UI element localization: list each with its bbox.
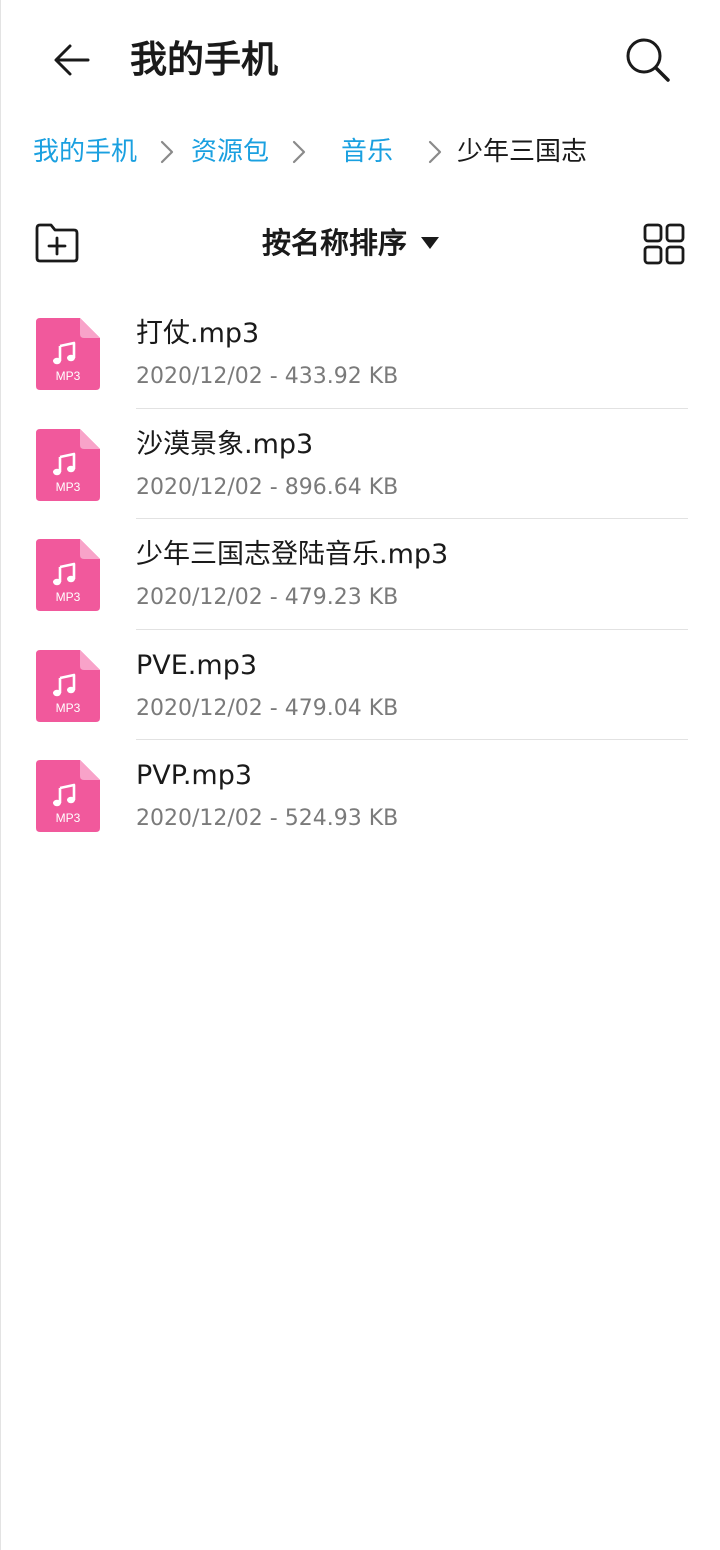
svg-text:MP3: MP3 xyxy=(56,701,81,715)
file-meta: 2020/12/02 - 433.92 KB xyxy=(136,364,399,389)
sort-dropdown[interactable]: 按名称排序 xyxy=(262,218,440,268)
toolbar: 按名称排序 xyxy=(0,210,720,276)
list-item[interactable]: MP3 打仗.mp3 2020/12/02 - 433.92 KB xyxy=(0,298,720,409)
svg-text:MP3: MP3 xyxy=(56,590,81,604)
app-header: 我的手机 xyxy=(0,0,720,120)
file-meta: 2020/12/02 - 896.64 KB xyxy=(136,474,399,500)
file-meta: 2020/12/02 - 524.93 KB xyxy=(136,806,399,831)
mp3-file-icon: MP3 xyxy=(36,318,100,390)
chevron-right-icon xyxy=(428,140,442,164)
breadcrumb: 我的手机 资源包 音乐 少年三国志 xyxy=(33,128,693,176)
breadcrumb-item-resource-pack[interactable]: 资源包 xyxy=(191,128,269,176)
breadcrumb-item-current: 少年三国志 xyxy=(457,137,588,167)
list-item[interactable]: MP3 少年三国志登陆音乐.mp3 2020/12/02 - 479.23 KB xyxy=(0,519,720,630)
svg-text:MP3: MP3 xyxy=(56,369,81,383)
mp3-file-icon: MP3 xyxy=(36,428,100,501)
file-meta: 2020/12/02 - 479.23 KB xyxy=(136,585,399,610)
chevron-right-icon xyxy=(292,140,306,164)
back-button[interactable] xyxy=(44,32,100,88)
mp3-file-icon: MP3 xyxy=(36,649,100,722)
svg-text:MP3: MP3 xyxy=(56,480,81,494)
page-title: 我的手机 xyxy=(130,38,278,81)
file-name: PVE.mp3 xyxy=(136,649,258,681)
file-name: 沙漠景象.mp3 xyxy=(136,428,314,460)
arrow-left-icon xyxy=(54,44,90,76)
file-name: 少年三国志登陆音乐.mp3 xyxy=(136,539,449,570)
list-item[interactable]: MP3 沙漠景象.mp3 2020/12/02 - 896.64 KB xyxy=(0,409,720,519)
list-item[interactable]: MP3 PVE.mp3 2020/12/02 - 479.04 KB xyxy=(0,630,720,740)
mp3-file-icon: MP3 xyxy=(36,539,100,611)
svg-text:MP3: MP3 xyxy=(56,811,81,825)
file-name: 打仗.mp3 xyxy=(136,318,260,349)
mp3-file-icon: MP3 xyxy=(36,760,100,832)
grid-view-icon xyxy=(643,223,685,265)
grid-view-button[interactable] xyxy=(640,220,688,268)
search-icon xyxy=(626,38,670,82)
file-meta: 2020/12/02 - 479.04 KB xyxy=(136,695,399,721)
breadcrumb-item-my-phone[interactable]: 我的手机 xyxy=(33,128,137,176)
caret-down-icon xyxy=(421,237,440,249)
sort-label: 按名称排序 xyxy=(262,226,408,260)
file-name: PVP.mp3 xyxy=(136,760,253,791)
list-item[interactable]: MP3 PVP.mp3 2020/12/02 - 524.93 KB xyxy=(0,740,720,851)
chevron-right-icon xyxy=(160,140,174,164)
folder-plus-icon xyxy=(35,223,79,263)
new-folder-button[interactable] xyxy=(30,218,84,268)
file-list: MP3 打仗.mp3 2020/12/02 - 433.92 KB MP3 沙漠… xyxy=(0,298,720,851)
search-button[interactable] xyxy=(618,30,678,90)
breadcrumb-item-music[interactable]: 音乐 xyxy=(341,128,393,176)
